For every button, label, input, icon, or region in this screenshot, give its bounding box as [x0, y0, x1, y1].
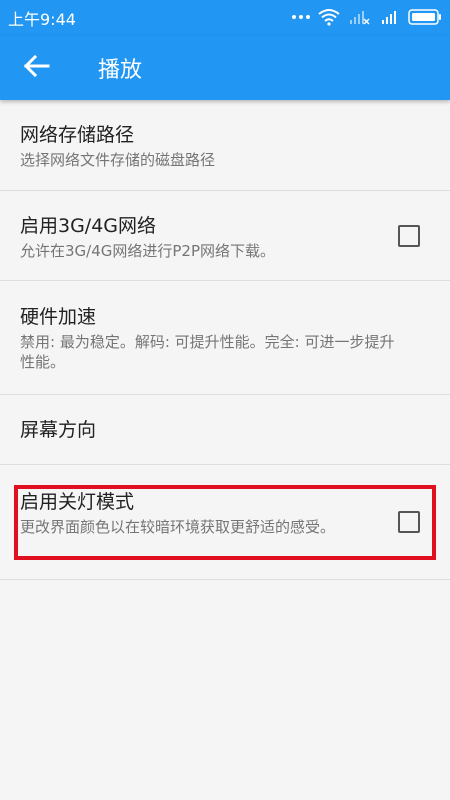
settings-list: 网络存储路径 选择网络文件存储的磁盘路径 启用3G/4G网络 允许在3G/4G网…	[0, 100, 450, 580]
setting-night-mode[interactable]: 启用关灯模式 更改界面颜色以在较暗环境获取更舒适的感受。	[0, 465, 450, 580]
status-icons	[292, 8, 442, 26]
setting-summary: 选择网络文件存储的磁盘路径	[20, 151, 216, 169]
signal-x-icon	[348, 8, 372, 26]
setting-summary: 禁用: 最为稳定。解码: 可提升性能。完全: 可进一步提升性能。	[20, 333, 395, 371]
night-mode-checkbox[interactable]	[398, 511, 420, 533]
setting-summary: 更改界面颜色以在较暗环境获取更舒适的感受。	[20, 518, 336, 536]
back-button[interactable]	[8, 40, 64, 96]
setting-title: 屏幕方向	[20, 419, 97, 441]
setting-hardware-acceleration[interactable]: 硬件加速 禁用: 最为稳定。解码: 可提升性能。完全: 可进一步提升性能。	[0, 281, 450, 395]
setting-screen-orientation[interactable]: 屏幕方向	[0, 395, 450, 465]
arrow-left-icon	[22, 54, 50, 82]
signal-icon	[380, 8, 400, 26]
battery-icon	[408, 8, 442, 26]
more-notifications-icon	[292, 10, 310, 24]
setting-summary: 允许在3G/4G网络进行P2P网络下载。	[20, 242, 276, 260]
setting-title: 启用关灯模式	[20, 491, 135, 513]
setting-network-storage-path[interactable]: 网络存储路径 选择网络文件存储的磁盘路径	[0, 100, 450, 191]
wifi-icon	[318, 8, 340, 26]
status-time: 上午9:44	[8, 10, 76, 29]
app-bar: 播放	[0, 36, 450, 100]
setting-title: 网络存储路径	[20, 124, 135, 146]
page-title: 播放	[98, 58, 143, 83]
setting-enable-3g4g[interactable]: 启用3G/4G网络 允许在3G/4G网络进行P2P网络下载。	[0, 191, 450, 281]
enable-3g4g-checkbox[interactable]	[398, 224, 420, 247]
status-bar: 上午9:44	[0, 0, 450, 36]
setting-title: 硬件加速	[20, 306, 97, 328]
setting-title: 启用3G/4G网络	[20, 215, 157, 237]
